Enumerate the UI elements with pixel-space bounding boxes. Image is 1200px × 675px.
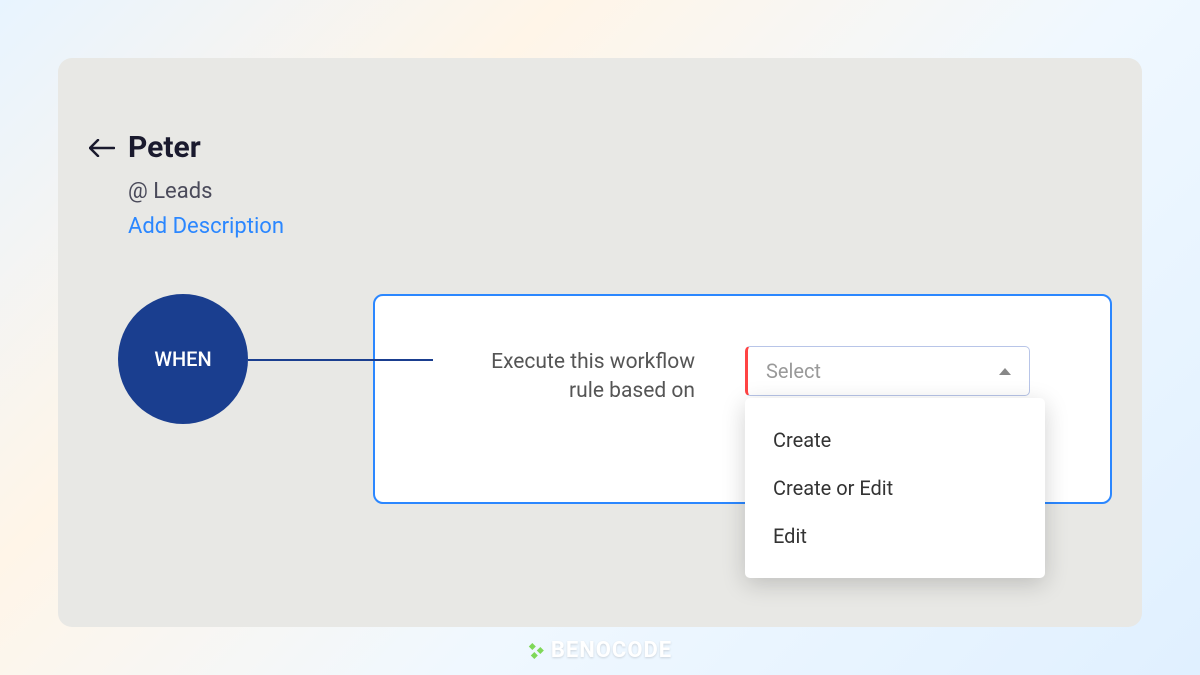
trigger-select[interactable]: Select: [745, 346, 1030, 396]
add-description-link[interactable]: Add Description: [128, 214, 1112, 239]
dropdown-option-create[interactable]: Create: [745, 416, 1045, 464]
rule-label: Execute this workflow rule based on: [455, 348, 695, 407]
workflow-when-row: WHEN Execute this workflow rule based on…: [88, 294, 1112, 424]
trigger-dropdown-menu: Create Create or Edit Edit: [745, 398, 1045, 578]
page-title: Peter: [128, 130, 201, 165]
brand-name: BENOCODE: [551, 638, 672, 663]
brand-logo-icon: [528, 642, 546, 660]
dropdown-option-create-or-edit[interactable]: Create or Edit: [745, 464, 1045, 512]
workflow-editor-panel: Peter @ Leads Add Description WHEN Execu…: [58, 58, 1142, 627]
header-row: Peter: [88, 130, 1112, 165]
brand-logo: BENOCODE: [528, 638, 672, 663]
module-label: @ Leads: [128, 179, 1112, 204]
trigger-select-wrapper: Select Create Create or Edit Edit: [745, 346, 1030, 396]
rule-config-panel: Execute this workflow rule based on Sele…: [373, 294, 1112, 504]
when-node[interactable]: WHEN: [118, 294, 248, 424]
select-placeholder: Select: [766, 359, 821, 383]
back-arrow-button[interactable]: [88, 136, 116, 160]
connector-line: [248, 359, 433, 361]
arrow-left-icon: [89, 139, 115, 157]
dropdown-option-edit[interactable]: Edit: [745, 512, 1045, 560]
chevron-up-icon: [999, 368, 1011, 375]
